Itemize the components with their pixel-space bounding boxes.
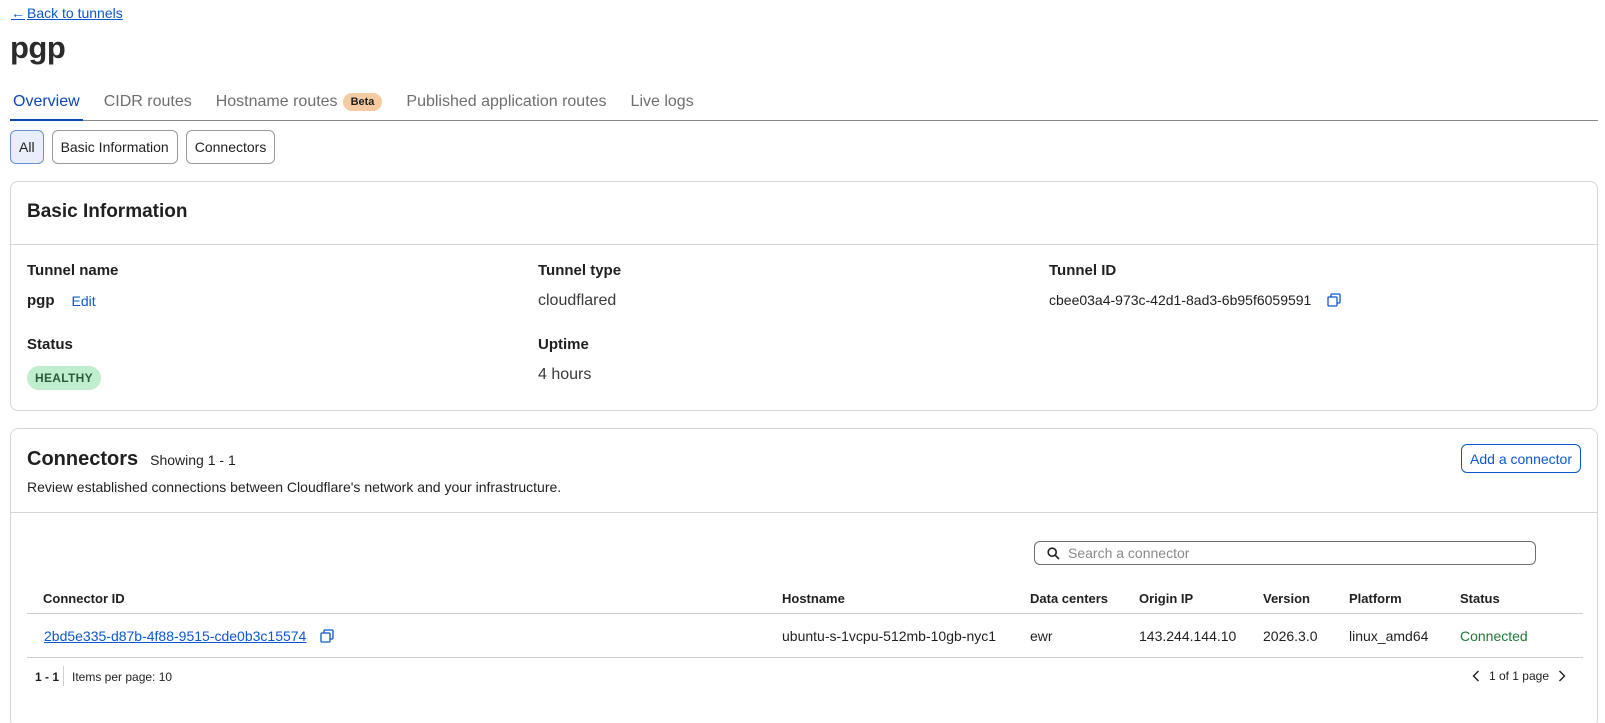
connector-version: 2026.3.0 bbox=[1263, 628, 1318, 644]
table-header: Connector ID Hostname Data centers Origi… bbox=[27, 579, 1583, 614]
back-to-tunnels-link[interactable]: ← Back to tunnels bbox=[11, 5, 123, 21]
col-status[interactable]: Status bbox=[1460, 591, 1500, 606]
col-origin-ip[interactable]: Origin IP bbox=[1139, 591, 1193, 606]
connectors-header: Connectors Showing 1 - 1 Review establis… bbox=[11, 429, 1597, 513]
tunnel-name-label: Tunnel name bbox=[27, 262, 119, 279]
connectors-description: Review established connections between C… bbox=[27, 479, 562, 495]
tab-hostname-routes-label: Hostname routes bbox=[215, 93, 338, 110]
tab-cidr-routes[interactable]: CIDR routes bbox=[101, 88, 195, 121]
back-link-label: Back to tunnels bbox=[27, 5, 123, 21]
tab-published-application-routes-label: Published application routes bbox=[406, 93, 607, 110]
status-label: Status bbox=[27, 336, 73, 353]
tunnel-type-label: Tunnel type bbox=[538, 262, 622, 279]
tab-published-application-routes[interactable]: Published application routes bbox=[403, 88, 609, 121]
col-platform[interactable]: Platform bbox=[1349, 591, 1402, 606]
tab-overview-label: Overview bbox=[13, 93, 80, 110]
section-filter-group: All Basic Information Connectors bbox=[10, 130, 276, 164]
uptime-field: Uptime 4 hours bbox=[538, 336, 591, 384]
tab-hostname-routes[interactable]: Hostname routes Beta bbox=[213, 88, 386, 121]
tunnel-name-row: pgp Edit bbox=[27, 292, 118, 309]
page-navigation: 1 of 1 page bbox=[1469, 666, 1569, 686]
connectors-card: Connectors Showing 1 - 1 Review establis… bbox=[10, 428, 1598, 723]
col-version[interactable]: Version bbox=[1263, 591, 1310, 606]
copy-icon[interactable] bbox=[320, 629, 334, 643]
filter-basic-information-button[interactable]: Basic Information bbox=[51, 130, 178, 164]
tunnel-type-field: Tunnel type cloudflared bbox=[538, 262, 621, 310]
page-title: pgp bbox=[10, 30, 66, 65]
basic-information-title: Basic Information bbox=[27, 201, 188, 222]
filter-connectors-button[interactable]: Connectors bbox=[185, 130, 276, 164]
col-hostname[interactable]: Hostname bbox=[782, 591, 845, 606]
tunnel-type-value: cloudflared bbox=[538, 292, 617, 309]
basic-information-card: Basic Information Tunnel name pgp Edit T… bbox=[10, 181, 1598, 411]
page-info: 1 of 1 page bbox=[1488, 669, 1549, 683]
uptime-value: 4 hours bbox=[538, 366, 592, 383]
connectors-title: Connectors bbox=[27, 448, 139, 470]
add-connector-button[interactable]: Add a connector bbox=[1461, 444, 1581, 473]
arrow-left-icon: ← bbox=[11, 5, 25, 21]
pagination: 1 - 1 Items per page: 10 1 of 1 page bbox=[27, 661, 1583, 691]
search-icon bbox=[1047, 546, 1060, 560]
status-field: Status HEALTHY bbox=[27, 336, 101, 390]
connector-id-link[interactable]: 2bd5e335-d87b-4f88-9515-cde0b3c15574 bbox=[44, 628, 306, 644]
search-input[interactable] bbox=[1068, 545, 1508, 561]
col-data-centers[interactable]: Data centers bbox=[1030, 591, 1108, 606]
pagination-divider bbox=[63, 666, 64, 686]
tab-live-logs-label: Live logs bbox=[630, 93, 694, 110]
connectors-count: Showing 1 - 1 bbox=[150, 452, 236, 468]
pagination-range: 1 - 1 bbox=[35, 670, 60, 684]
tunnel-id-label: Tunnel ID bbox=[1049, 262, 1117, 279]
tunnel-id-row: cbee03a4-973c-42d1-8ad3-6b95f6059591 bbox=[1049, 292, 1341, 308]
connector-platform: linux_amd64 bbox=[1349, 628, 1429, 644]
connector-origin-ip: 143.244.144.10 bbox=[1139, 628, 1237, 644]
filter-all-button[interactable]: All bbox=[10, 130, 44, 164]
tunnel-id-field: Tunnel ID cbee03a4-973c-42d1-8ad3-6b95f6… bbox=[1049, 262, 1341, 308]
col-connector-id[interactable]: Connector ID bbox=[43, 591, 125, 606]
connector-data-centers: ewr bbox=[1030, 628, 1053, 644]
connector-search-box[interactable] bbox=[1034, 541, 1536, 565]
items-per-page-select[interactable]: Items per page: 10 bbox=[72, 670, 172, 684]
connectors-table: Connector ID Hostname Data centers Origi… bbox=[27, 579, 1583, 658]
copy-icon[interactable] bbox=[1327, 293, 1341, 307]
tunnel-id-value: cbee03a4-973c-42d1-8ad3-6b95f6059591 bbox=[1049, 292, 1312, 308]
edit-tunnel-name-button[interactable]: Edit bbox=[72, 293, 96, 309]
chevron-right-icon[interactable] bbox=[1555, 666, 1569, 686]
uptime-label: Uptime bbox=[538, 336, 589, 353]
connector-hostname: ubuntu-s-1vcpu-512mb-10gb-nyc1 bbox=[782, 628, 997, 644]
tab-cidr-routes-label: CIDR routes bbox=[103, 93, 192, 110]
basic-information-header: Basic Information bbox=[11, 182, 1597, 245]
tab-bar: Overview CIDR routes Hostname routes Beta… bbox=[10, 88, 1598, 121]
status-row: HEALTHY bbox=[27, 366, 101, 390]
status-badge: HEALTHY bbox=[27, 366, 101, 390]
tunnel-name-field: Tunnel name pgp Edit bbox=[27, 262, 118, 309]
tunnel-name-value: pgp bbox=[27, 292, 55, 309]
table-row: 2bd5e335-d87b-4f88-9515-cde0b3c15574 ubu… bbox=[27, 614, 1583, 658]
tab-live-logs[interactable]: Live logs bbox=[628, 88, 697, 121]
tab-overview[interactable]: Overview bbox=[10, 88, 83, 121]
connectors-title-row: Connectors Showing 1 - 1 bbox=[27, 448, 1581, 471]
chevron-left-icon[interactable] bbox=[1469, 666, 1483, 686]
connector-status: Connected bbox=[1460, 628, 1528, 644]
beta-badge: Beta bbox=[342, 93, 383, 111]
